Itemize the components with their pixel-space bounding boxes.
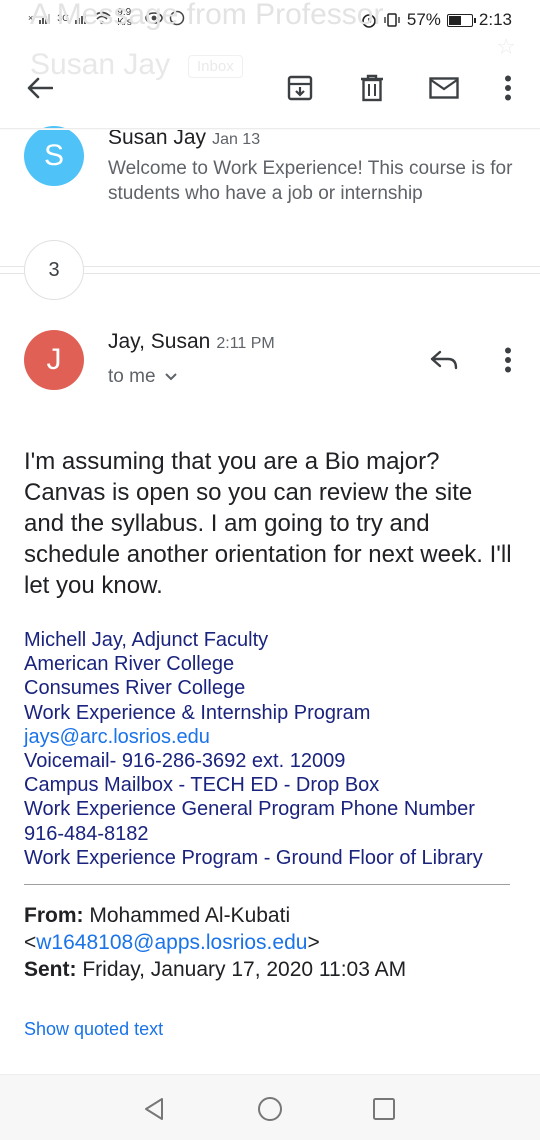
clock: 2:13 [478, 10, 512, 29]
collapsed-message[interactable]: S Susan Jay Jan 13 Welcome to Work Experi… [0, 120, 540, 215]
from-label: From: [24, 904, 84, 927]
triangle-back-icon [145, 1098, 163, 1120]
message-date: Jan 13 [212, 131, 261, 148]
message-time: 2:11 PM [216, 335, 275, 352]
navigation-bar [0, 1074, 540, 1140]
sent-label: Sent: [24, 958, 77, 981]
signature: Michell Jay, Adjunct Faculty American Ri… [24, 628, 524, 870]
avatar: J [24, 330, 84, 390]
trash-icon [361, 74, 383, 102]
battery-percent: 57% [406, 10, 441, 29]
signature-mailbox: Campus Mailbox - TECH ED - Drop Box [24, 774, 380, 797]
archive-icon [287, 75, 313, 101]
collapsed-messages-group: 3 [0, 240, 540, 302]
more-options-button[interactable] [486, 66, 530, 110]
collapsed-count-button[interactable]: 3 [24, 240, 84, 300]
square-recents-icon [373, 1098, 395, 1120]
collapsed-subject: A Message from Professor [30, 0, 384, 31]
mark-unread-button[interactable] [422, 66, 466, 110]
divider [24, 884, 510, 885]
forwarded-from-email: <w1648108@apps.losrios.edu> [24, 931, 320, 954]
signature-name: Michell Jay, Adjunct Faculty [24, 629, 269, 651]
recipient-label: to me [108, 366, 156, 387]
vibrate-icon [384, 13, 400, 27]
nav-recents-button[interactable] [366, 1091, 402, 1127]
toolbar-shadow [0, 128, 540, 130]
sender-line: Jay, Susan 2:11 PM [108, 330, 275, 354]
status-right: 57% 2:13 [361, 10, 512, 30]
more-vert-icon [505, 347, 511, 373]
more-vert-icon [505, 75, 511, 101]
signature-phone: 916-484-8182 [24, 822, 149, 845]
back-button[interactable] [18, 66, 62, 110]
message-body: I'm assuming that you are a Bio major? C… [24, 448, 512, 599]
sent-value: Friday, January 17, 2020 11:03 AM [82, 958, 407, 981]
forwarded-sent: Sent: Friday, January 17, 2020 11:03 AM [24, 956, 524, 983]
signature-phone-label: Work Experience General Program Phone Nu… [24, 798, 475, 821]
toolbar [0, 44, 540, 130]
battery-level [448, 15, 462, 25]
nav-back-button[interactable] [136, 1091, 172, 1127]
arrow-left-icon [27, 77, 53, 99]
avatar: S [24, 126, 84, 186]
recipient-details-toggle[interactable]: to me [108, 366, 178, 388]
mail-icon [429, 77, 459, 99]
signature-email-link[interactable]: jays@arc.losrios.edu [24, 726, 210, 748]
sender-name: Jay, Susan [108, 330, 211, 353]
signature-voicemail: Voicemail- 916-286-3692 ext. 12009 [24, 750, 346, 773]
from-name: Mohammed Al-Kubati [89, 904, 291, 927]
avatar-letter: J [46, 343, 62, 376]
circle-home-icon [258, 1097, 282, 1121]
chevron-down-icon [164, 373, 177, 381]
show-quoted-text-link[interactable]: Show quoted text [24, 1019, 163, 1040]
nav-home-button[interactable] [252, 1091, 288, 1127]
forwarded-header: From: Mohammed Al-Kubati <w1648108@apps.… [24, 902, 524, 983]
signature-location: Work Experience Program - Ground Floor o… [24, 846, 483, 869]
archive-button[interactable] [278, 66, 322, 110]
avatar-letter: S [43, 139, 64, 172]
forwarded-from: From: Mohammed Al-Kubati [24, 902, 524, 929]
message-more-button[interactable] [486, 338, 530, 382]
signature-program: Work Experience & Internship Program [24, 701, 371, 724]
reply-button[interactable] [422, 338, 466, 382]
battery-icon [446, 13, 476, 27]
reply-icon [430, 350, 458, 370]
signature-college: American River College [24, 653, 235, 676]
from-email-link[interactable]: w1648108@apps.losrios.edu [36, 931, 307, 954]
message-snippet: Welcome to Work Experience! This course … [108, 158, 513, 204]
delete-button[interactable] [350, 66, 394, 110]
signature-college: Consumes River College [24, 677, 246, 700]
